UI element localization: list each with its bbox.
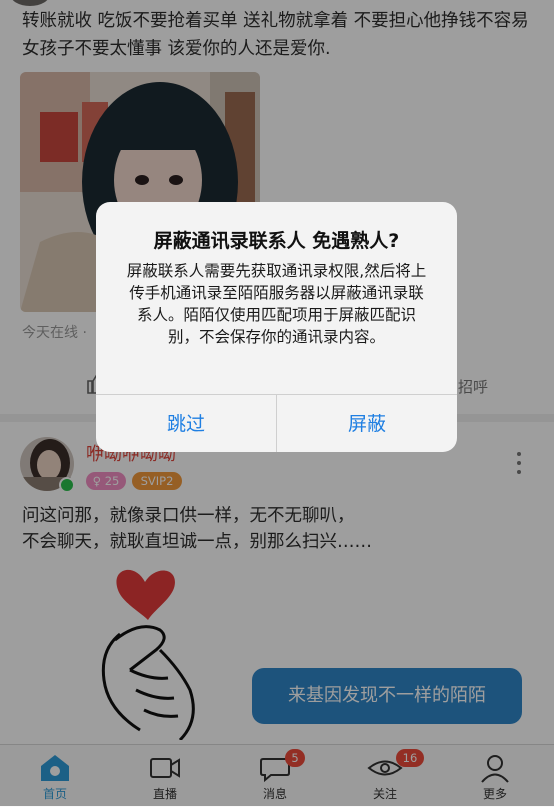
dialog-message: 屏蔽联系人需要先获取通讯录权限,然后将上传手机通讯录至陌陌服务器以屏蔽通讯录联系… <box>126 262 427 346</box>
dialog-title: 屏蔽通讯录联系人 免遇熟人? <box>153 230 400 252</box>
dialog-buttons: 跳过 屏蔽 <box>96 394 457 452</box>
skip-button[interactable]: 跳过 <box>96 395 276 452</box>
block-button[interactable]: 屏蔽 <box>277 395 457 452</box>
block-contacts-dialog: 屏蔽通讯录联系人 免遇熟人? 屏蔽联系人需要先获取通讯录权限,然后将上传手机通讯… <box>96 202 457 452</box>
